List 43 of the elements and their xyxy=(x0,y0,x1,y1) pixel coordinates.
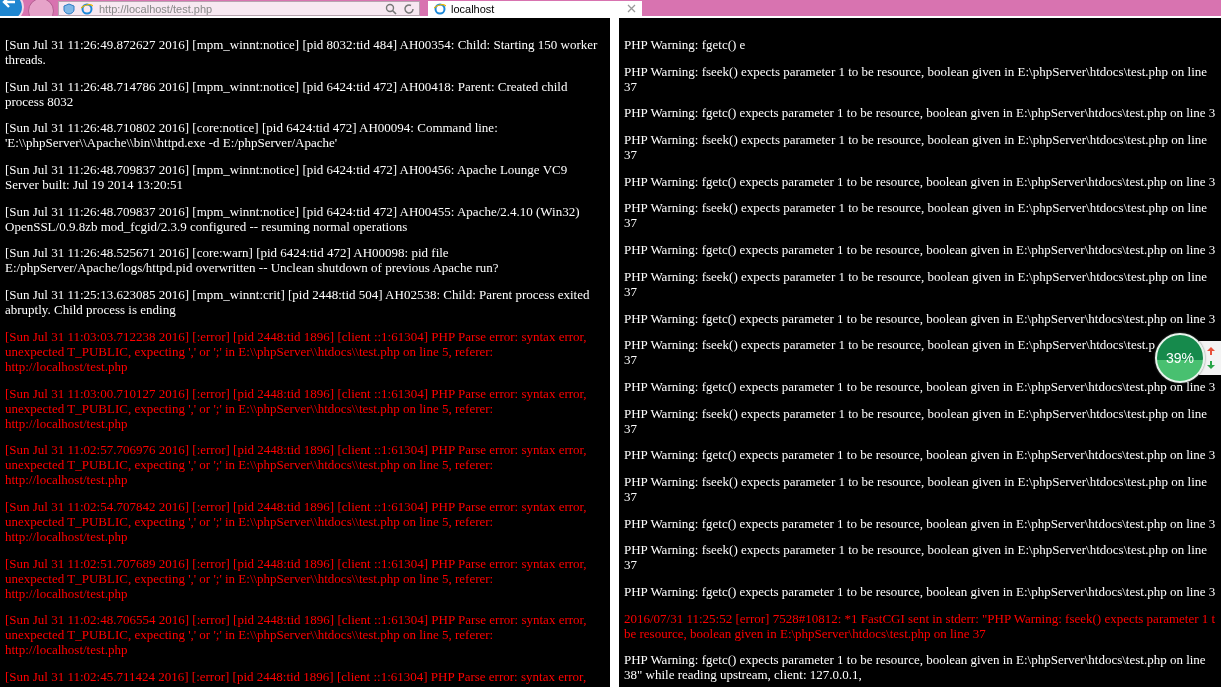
address-bar[interactable]: http://localhost/test.php xyxy=(58,1,420,16)
close-icon[interactable] xyxy=(627,4,636,13)
log-entry: PHP Warning: fseek() expects parameter 1 to be resource, boolean given in E:\phpServer\htdocs\test.php on line 37 xyxy=(624,63,1208,94)
log-entry: PHP Warning: fseek() expects parameter 1 to be resource, boolean given in E:\phpServer\htdocs\test.p 37 xyxy=(624,337,1156,368)
log-entry: [Sun Jul 31 11:02:51.707689 2016] [:error] [pid 2448:tid 1896] [client ::1:61304] PHP Parse error: syntax error, unexpected T_PUBLIC, expecting ',' or ';' in E:\\phpServer\\htdocs\\test.php on line 5, referer: http://localhost/test.php xyxy=(5,555,587,601)
log-entry: PHP Warning: fgetc() expects parameter 1 to be resource, boolean given in E:\phpServer\htdocs\test.php on line 3 xyxy=(624,310,1216,326)
log-entry: [Sun Jul 31 11:03:03.712238 2016] [:error] [pid 2448:tid 1896] [client ::1:61304] PHP Parse error: syntax error, unexpected T_PUBLIC, expecting ',' or ';' in E:\\phpServer\\htdocs\\test.php on line 5, referer: http://localhost/test.php xyxy=(5,328,587,374)
log-entry: PHP Warning: fseek() expects parameter 1 to be resource, boolean given in E:\phpServer\htdocs\test.php on line 37 xyxy=(624,473,1208,504)
log-entry: PHP Warning: fseek() expects parameter 1 to be resource, boolean given in E:\phpServer\htdocs\test.php on line 37 xyxy=(624,132,1208,163)
log-entry: [Sun Jul 31 11:26:48.714786 2016] [mpm_winnt:notice] [pid 6424:tid 472] AH00418: Parent: Created child process 8032 xyxy=(5,78,568,109)
log-entry: 2016/07/31 11:25:52 [error] 7528#10812: *1 FastCGI sent in stderr: "PHP Warning: fseek() expects parameter 1 t be resource, boolean given in E:\phpServer\htdocs\test.php on line 37 xyxy=(624,610,1216,641)
log-entry: PHP Warning: fseek() expects parameter 1 to be resource, boolean given in E:\phpServer\htdocs\test.php on line 37 xyxy=(624,268,1208,299)
shield-icon xyxy=(63,2,75,15)
log-entry: [Sun Jul 31 11:02:48.706554 2016] [:error] [pid 2448:tid 1896] [client ::1:61304] PHP Parse error: syntax error, unexpected T_PUBLIC, expecting ',' or ';' in E:\\phpServer\\htdocs\\test.php on line 5, referer: http://localhost/test.php xyxy=(5,612,587,658)
search-icon[interactable] xyxy=(385,2,397,15)
log-entry: PHP Warning: fseek() expects parameter 1 to be resource, boolean given in E:\phpServer\htdocs\test.php on line 37 xyxy=(624,200,1208,231)
up-arrow-icon xyxy=(1207,347,1215,355)
log-entry: [Sun Jul 31 11:26:49.872627 2016] [mpm_winnt:notice] [pid 8032:tid 484] AH00354: Child: Starting 150 worker threads. xyxy=(5,37,598,67)
log-entry: [Sun Jul 31 11:25:13.623085 2016] [mpm_winnt:crit] [pid 2448:tid 504] AH02538: Child: Parent process exited abruptly. Child process is ending xyxy=(5,287,590,318)
log-entry: [Sun Jul 31 11:02:54.707842 2016] [:error] [pid 2448:tid 1896] [client ::1:61304] PHP Parse error: syntax error, unexpected T_PUBLIC, expecting ',' or ';' in E:\\phpServer\\htdocs\\test.php on line 5, referer: http://localhost/test.php xyxy=(5,498,587,544)
log-entry: PHP Warning: fseek() expects parameter 1 to be resource, boolean given in E:\phpServer\htdocs\test.php on line 37 xyxy=(624,542,1208,573)
browser-logo-icon xyxy=(81,2,93,15)
log-entry: PHP Warning: fgetc() e xyxy=(624,37,746,52)
log-entry: [Sun Jul 31 11:02:45.711424 2016] [:error] [pid 2448:tid 1896] [client ::1:61304] PHP Parse error: syntax error, xyxy=(5,668,587,684)
log-entry: [Sun Jul 31 11:03:00.710127 2016] [:error] [pid 2448:tid 1896] [client ::1:61304] PHP Parse error: syntax error, unexpected T_PUBLIC, expecting ',' or ';' in E:\\phpServer\\htdocs\\test.php on line 5, referer: http://localhost/test.php xyxy=(5,385,587,431)
refresh-icon[interactable] xyxy=(403,2,415,15)
log-entry: PHP Warning: fgetc() expects parameter 1 to be resource, boolean given in E:\phpServer\htdocs\test.php on line 38" while reading upstream, client: 127.0.0.1, xyxy=(624,652,1206,683)
log-entry: [Sun Jul 31 11:26:48.709837 2016] [mpm_winnt:notice] [pid 6424:tid 472] AH00456: Apache Lounge VC9 Server built: Jul 19 2014 13:20:51 xyxy=(5,162,568,193)
log-entry: PHP Warning: fgetc() expects parameter 1 to be resource, boolean given in E:\phpServer\htdocs\test.php on line 3 xyxy=(624,584,1216,599)
log-entry: PHP Warning: fgetc() expects parameter 1 to be resource, boolean given in E:\phpServer\htdocs\test.php on line 3 xyxy=(624,105,1216,121)
log-entry: [Sun Jul 31 11:26:48.525671 2016] [core:warn] [pid 6424:tid 472] AH00098: pid file E:/phpServer/Apache/logs/httpd.pid overwritten -- Unclean shutdown of previous Apache run? xyxy=(5,245,499,276)
log-entry: [Sun Jul 31 11:02:57.706976 2016] [:error] [pid 2448:tid 1896] [client ::1:61304] PHP Parse error: syntax error, unexpected T_PUBLIC, expecting ',' or ';' in E:\\phpServer\\htdocs\\test.php on line 5, referer: http://localhost/test.php xyxy=(5,442,587,488)
log-entry: PHP Warning: fgetc() expects parameter 1 to be resource, boolean given in E:\phpServer\htdocs\test.php on line 3 xyxy=(624,242,1216,258)
address-text: http://localhost/test.php xyxy=(99,2,214,15)
log-entry: [Sun Jul 31 11:26:48.709837 2016] [mpm_winnt:notice] [pid 6424:tid 472] AH00455: Apache/2.4.10 (Win32) OpenSSL/0.9.8zb mod_fcgid/2.3.9 configured -- resuming normal operations xyxy=(5,203,580,234)
down-arrow-icon xyxy=(1207,361,1215,369)
log-entry: PHP Warning: fseek() expects parameter 1 to be resource, boolean given in E:\phpServer\htdocs\test.php on line 37 xyxy=(624,405,1208,436)
browser-logo-icon xyxy=(434,2,446,15)
log-entry: [Sun Jul 31 11:26:48.710802 2016] [core:notice] [pid 6424:tid 472] AH00094: Command line: 'E:\\phpServer\\Apache\\bin\\httpd.exe -d E:/phpServer/Apache' xyxy=(5,120,498,151)
log-entry: PHP Warning: fgetc() expects parameter 1 to be resource, boolean given in E:\phpServer\htdocs\test.php on line 3 xyxy=(624,447,1216,463)
browser-tab[interactable]: localhost xyxy=(428,1,642,16)
log-entry: PHP Warning: fgetc() expects parameter 1 to be resource, boolean given in E:\phpServer\htdocs\test.php on line 3 xyxy=(624,173,1216,189)
log-entry: PHP Warning: fgetc() expects parameter 1 to be resource, boolean given in E:\phpServer\htdocs\test.php on line 3 xyxy=(624,515,1216,531)
